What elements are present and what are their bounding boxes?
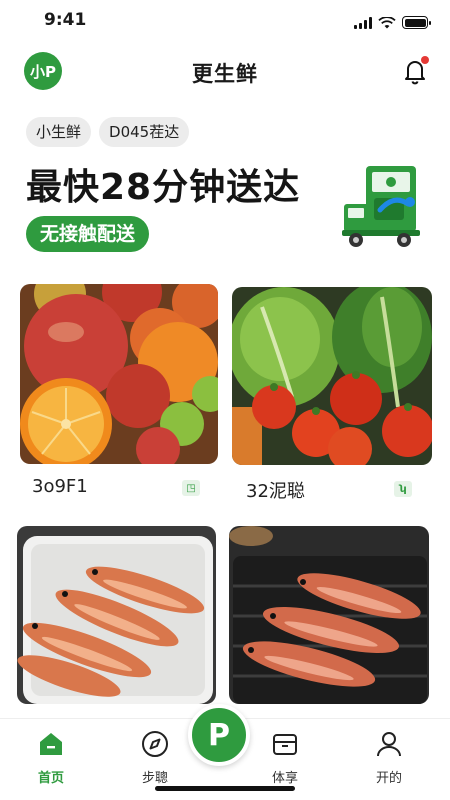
home-indicator bbox=[155, 786, 295, 791]
add-to-cart-icon[interactable]: ◳ bbox=[182, 480, 200, 496]
battery-icon bbox=[402, 16, 431, 29]
add-to-cart-icon[interactable]: ʮ bbox=[394, 481, 412, 497]
delivery-truck-icon bbox=[342, 166, 420, 247]
home-icon bbox=[40, 733, 62, 755]
user-icon bbox=[377, 732, 401, 757]
product-card-vegetables[interactable]: 32泥聪 ʮ bbox=[232, 287, 432, 504]
tag-chip[interactable]: 小生鲜 bbox=[26, 117, 92, 147]
contactless-delivery-button[interactable]: 无接触配送 bbox=[26, 216, 150, 252]
tag-chip[interactable]: D045茬达 bbox=[99, 117, 190, 147]
grilled-fish-photo bbox=[229, 526, 429, 704]
app-header: 小P 更生鲜 bbox=[0, 50, 450, 98]
nav-profile[interactable]: 开的 bbox=[354, 729, 424, 786]
notification-bell-button[interactable] bbox=[400, 56, 430, 86]
status-time: 9:41 bbox=[44, 10, 87, 30]
vegetables-photo bbox=[232, 287, 432, 465]
raw-fish-tray-photo bbox=[17, 526, 216, 704]
nav-share[interactable]: 体享 bbox=[250, 729, 320, 786]
nav-label: 开的 bbox=[375, 771, 402, 786]
product-card-raw-fish[interactable] bbox=[17, 526, 216, 706]
wifi-icon bbox=[378, 16, 396, 28]
fab-logo-icon: P bbox=[208, 717, 230, 753]
page-title: 更生鲜 bbox=[192, 62, 258, 86]
notification-dot bbox=[421, 56, 429, 64]
nav-label: 步聰 bbox=[141, 771, 168, 786]
status-bar: 9:41 bbox=[0, 0, 450, 44]
fruits-photo bbox=[20, 284, 218, 464]
delivery-headline: 最快28分钟送达 bbox=[26, 167, 301, 208]
product-label: 32泥聪 bbox=[246, 481, 305, 502]
tag-row: 小生鲜 D045茬达 bbox=[26, 117, 190, 147]
box-icon bbox=[273, 734, 297, 755]
nav-discover[interactable]: 步聰 bbox=[120, 729, 190, 786]
status-icons bbox=[354, 16, 431, 29]
nav-home[interactable]: 首页 bbox=[16, 729, 86, 786]
center-fab-button[interactable]: P bbox=[188, 704, 250, 766]
product-label: 3o9F1 bbox=[32, 476, 88, 497]
cellular-signal-icon bbox=[354, 16, 372, 29]
nav-label: 体享 bbox=[271, 771, 298, 786]
compass-icon bbox=[142, 731, 168, 757]
product-card-fruits[interactable]: 3o9F1 ◳ bbox=[20, 284, 218, 504]
product-card-grilled-fish[interactable] bbox=[229, 526, 429, 706]
nav-label: 首页 bbox=[37, 771, 64, 786]
